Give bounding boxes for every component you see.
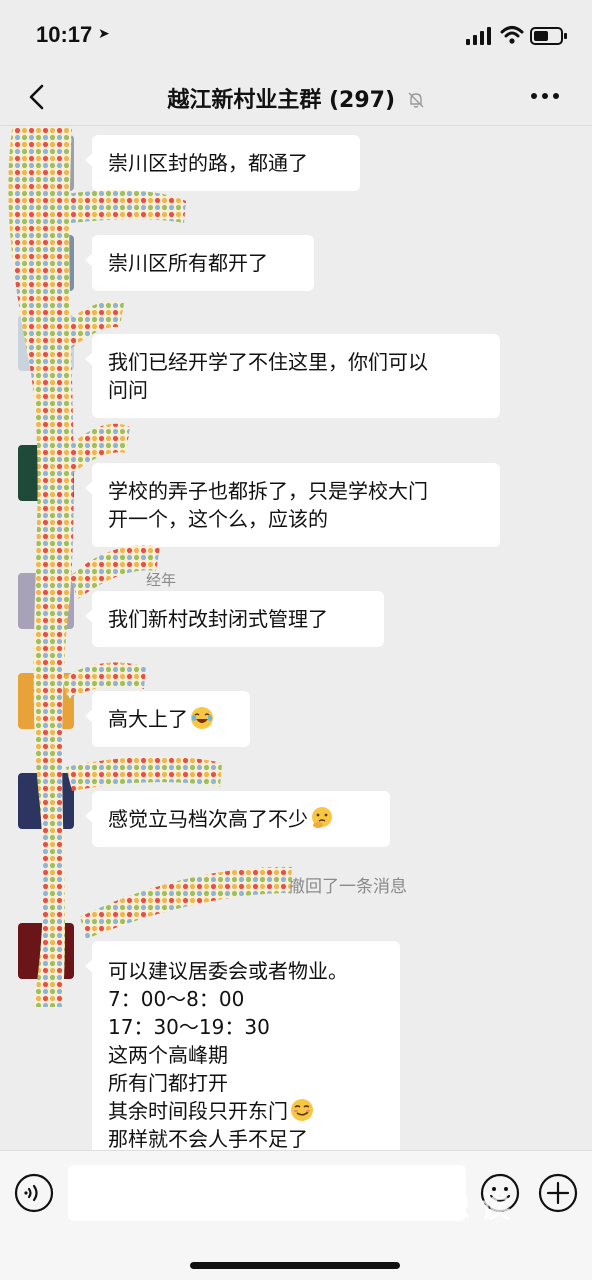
message-bubble[interactable]: 崇川区所有都开了 [85,235,314,291]
plus-circle-icon[interactable] [538,1173,578,1213]
battery-icon [530,27,567,45]
voice-icon[interactable] [14,1173,54,1213]
message-text-content: 高大上了 [108,707,188,731]
message-text: 感觉立马档次高了不少 [108,805,374,833]
chat-title-text: 越江新村业主群 (297) [167,88,396,113]
avatar[interactable] [18,445,74,501]
message-bubble[interactable]: 高大上了 [85,691,250,747]
chat-message-list[interactable]: 崇川区封的路，都通了 崇川区所有都开了 我们已经开学了不住这里，你们可以 问问 … [0,127,592,1150]
message-text: 我们已经开学了不住这里，你们可以 [108,350,428,374]
status-bar: 10:17 ➤ [0,0,592,70]
message-text: 所有门都打开 [108,1071,228,1095]
avatar[interactable] [18,573,74,629]
message-bubble[interactable]: 感觉立马档次高了不少 [85,791,390,847]
message-bubble[interactable]: 学校的弄子也都拆了，只是学校大门 开一个，这个么，应该的 [85,463,500,547]
watermark: 豫 诶 [440,1190,511,1225]
location-arrow-icon: ➤ [98,26,110,42]
message-text: 问问 [108,378,148,402]
message-text: 7：00～8：00 [108,987,245,1011]
avatar[interactable] [18,235,74,291]
more-dots-icon[interactable] [528,84,562,108]
message-bubble[interactable]: 我们已经开学了不住这里，你们可以 问问 [85,334,500,418]
message-text: 我们新村改封闭式管理了 [108,607,328,631]
message-bubble[interactable]: 崇川区封的路，都通了 [85,135,360,191]
message-text-content: 感觉立马档次高了不少 [108,807,308,831]
thinking-hand-face-icon [312,807,332,828]
cellular-signal-icon [466,27,491,45]
message-text: 这两个高峰期 [108,1043,228,1067]
home-indicator[interactable] [190,1262,400,1269]
status-time: 10:17 [36,22,93,47]
laughing-crying-face-icon [191,707,213,729]
chat-title[interactable]: 越江新村业主群 (297) [0,82,592,114]
message-text: 其余时间段只开东门 [108,1097,384,1125]
message-text: 高大上了 [108,705,234,733]
avatar[interactable] [18,315,74,371]
message-text: 可以建议居委会或者物业。 [108,959,348,983]
message-text: 17：30～19：30 [108,1015,270,1039]
message-bubble[interactable]: 我们新村改封闭式管理了 [85,591,384,647]
avatar[interactable] [18,135,74,191]
message-text: 崇川区所有都开了 [108,251,268,275]
wifi-icon [500,26,524,44]
message-text: 那样就不会人手不足了 [108,1127,308,1150]
chat-header: 越江新村业主群 (297) [0,70,592,126]
system-message: 撤回了一条消息 [288,877,407,897]
message-bubble[interactable]: 可以建议居委会或者物业。 7：00～8：00 17：30～19：30 这两个高峰… [85,941,400,1150]
avatar[interactable] [18,923,74,979]
message-input[interactable] [68,1165,466,1221]
message-text: 开一个，这个么，应该的 [108,507,328,531]
message-text: 崇川区封的路，都通了 [108,151,308,175]
avatar[interactable] [18,773,74,829]
sender-name: 经年 [146,571,177,589]
message-text-content: 其余时间段只开东门 [108,1099,288,1123]
avatar[interactable] [18,673,74,729]
message-text: 学校的弄子也都拆了，只是学校大门 [108,479,428,503]
smirking-face-icon [291,1099,313,1121]
bell-muted-icon [408,92,424,108]
